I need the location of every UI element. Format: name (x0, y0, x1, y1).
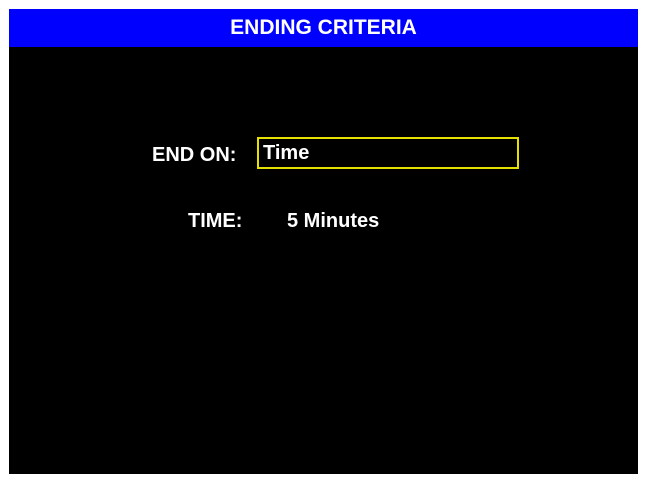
time-label: TIME: (188, 210, 243, 232)
page-title: ENDING CRITERIA (230, 16, 417, 39)
end-on-value: Time (263, 141, 310, 164)
settings-screen: ENDING CRITERIA END ON: Time TIME: 5 Min… (9, 9, 638, 474)
title-bar: ENDING CRITERIA (9, 9, 638, 47)
end-on-selector[interactable]: Time (257, 137, 519, 169)
time-value[interactable]: 5 Minutes (287, 210, 379, 233)
end-on-label: END ON: (152, 144, 237, 166)
